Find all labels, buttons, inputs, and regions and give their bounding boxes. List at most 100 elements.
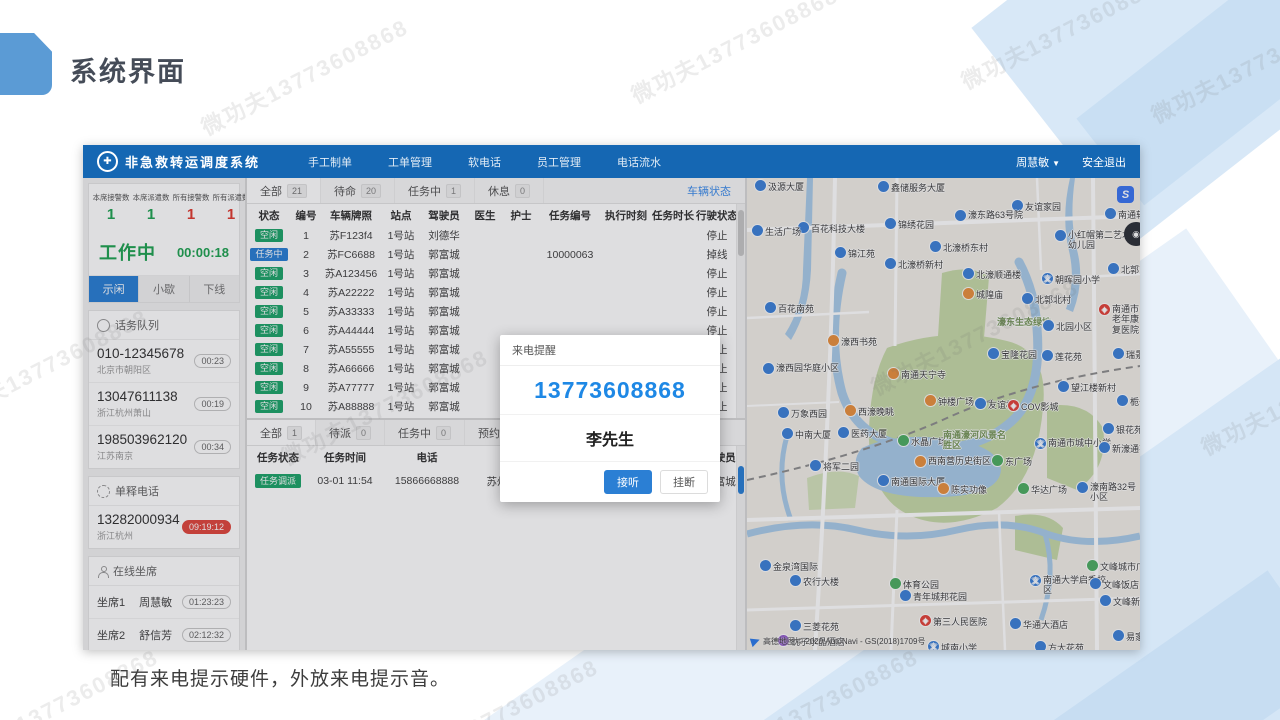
poi-icon: [1105, 208, 1116, 219]
cell: 7: [291, 344, 321, 356]
poi-name: 北郭北村: [1035, 293, 1071, 306]
scroll-thumb[interactable]: [738, 210, 744, 256]
status-cell: 空闲: [247, 400, 291, 414]
map-poi-label: 宝隆花园: [988, 348, 1037, 361]
poi-name: 三菱花苑: [803, 620, 839, 633]
map-poi-label: 濠南路32号小区: [1077, 482, 1140, 503]
cell: 郭富城: [421, 266, 467, 281]
table-row[interactable]: 空闲1苏F123f41号站刘德华停止: [247, 226, 745, 245]
poi-icon: [782, 428, 793, 439]
tab-label: 待命: [334, 183, 356, 199]
tab-休息[interactable]: 休息0: [475, 178, 544, 203]
map-poi-label: 栀子水晶酒店: [1117, 395, 1140, 408]
table-row[interactable]: 空闲5苏A333331号站郭富城停止: [247, 302, 745, 321]
vehicle-status-link[interactable]: 车辆状态: [687, 183, 745, 199]
alarm-stats: 本席接警数1本席派遣数1所有接警数1所有派遣数1: [89, 184, 239, 227]
agent-row[interactable]: 坐席1周慧敏01:23:23: [89, 586, 239, 619]
poi-name: 南通天宁寺: [901, 368, 946, 381]
poi-name: 朝晖园小学: [1055, 273, 1100, 286]
tab-任务中[interactable]: 任务中0: [385, 420, 465, 445]
duration-badge: 01:23:23: [182, 595, 231, 609]
nav-menu-item[interactable]: 电话流水: [617, 154, 661, 170]
hospital-icon: +: [1008, 400, 1019, 411]
map-poi-label: +第三人民医院: [920, 615, 987, 628]
map-poi-label: 城隍庙: [963, 288, 1003, 301]
poi-name: 瑞景广场: [1126, 348, 1140, 361]
cell: 苏A77777: [321, 380, 381, 395]
poi-icon: [1113, 348, 1124, 359]
tab-待派[interactable]: 待派0: [316, 420, 385, 445]
table-row[interactable]: 空闲4苏A222221号站郭富城停止: [247, 283, 745, 302]
map-poi-label: 西濠晚眺: [845, 405, 894, 418]
list-item[interactable]: 010-12345678北京市朝阳区00:23: [89, 340, 239, 383]
duration-badge: 00:34: [194, 440, 231, 454]
online-agents-card: 在线坐席 坐席1周慧敏01:23:23坐席2舒信芳02:12:32: [88, 556, 240, 650]
stat-value: 1: [211, 206, 245, 223]
list-item[interactable]: 13282000934浙江杭州09:19:12: [89, 506, 239, 548]
map-poi-label: 北郭东村北: [1108, 263, 1140, 276]
tab-全部[interactable]: 全部21: [247, 178, 321, 203]
school-icon: 文: [1035, 438, 1046, 449]
status-button-下线[interactable]: 下线: [190, 276, 239, 302]
column-header: 任务时长: [651, 208, 695, 223]
status-button-小歇[interactable]: 小歇: [139, 276, 189, 302]
tab-全部[interactable]: 全部1: [247, 420, 316, 445]
poi-name: 宝隆花园: [1001, 348, 1037, 361]
map-poi-label: 农行大楼: [790, 575, 839, 588]
nav-menu-item[interactable]: 软电话: [468, 154, 501, 170]
map-canvas[interactable]: 汲源大厦鑫储服务大厦友谊家园南通软件园濠东路63号院百花科技大楼锦绣花园生活广场…: [747, 178, 1140, 650]
poi-name: 将军二园: [823, 460, 859, 473]
app-navbar: ✚ 非急救转运调度系统 手工制单工单管理软电话员工管理电话流水 周慧敏▼ 安全退…: [83, 145, 1140, 178]
tab-待命[interactable]: 待命20: [321, 178, 395, 203]
cell: 苏A55555: [321, 342, 381, 357]
list-item[interactable]: 13047611138浙江杭州萧山00:19: [89, 383, 239, 426]
poi-icon: [898, 435, 909, 446]
map-logo-button[interactable]: S: [1117, 186, 1134, 203]
poi-name: 医药大厦: [851, 427, 887, 440]
poi-icon: [888, 368, 899, 379]
poi-name: 鑫储服务大厦: [891, 181, 945, 194]
map-poi-label: 锦江苑: [835, 247, 875, 260]
column-header: 电话: [381, 450, 473, 465]
status-button-示闲[interactable]: 示闲: [89, 276, 139, 302]
phone-number: 198503962120: [97, 432, 187, 447]
cell: 停止: [695, 304, 739, 319]
poi-icon: [790, 575, 801, 586]
list-item[interactable]: 198503962120江苏南京00:34: [89, 426, 239, 468]
poi-icon: [885, 258, 896, 269]
task-scrollbar[interactable]: [736, 446, 745, 650]
nav-menu-item[interactable]: 工单管理: [388, 154, 432, 170]
column-header: 医生: [467, 208, 503, 223]
status-cell: 空闲: [247, 343, 291, 357]
cell: 10: [291, 401, 321, 413]
nav-menu-item[interactable]: 手工制单: [308, 154, 352, 170]
logout-button[interactable]: 安全退出: [1082, 154, 1126, 170]
cell: 1号站: [381, 285, 421, 300]
poi-name: 文峰城市广场: [1100, 560, 1140, 573]
status-cell: 任务调派: [247, 474, 309, 488]
table-row[interactable]: 空闲3苏A1234561号站郭富城停止: [247, 264, 745, 283]
map-poi-label: 钟楼广场: [925, 395, 974, 408]
scroll-thumb[interactable]: [738, 466, 744, 494]
poi-name: 农行大楼: [803, 575, 839, 588]
gear-icon: [97, 485, 110, 498]
cell: 1号站: [381, 228, 421, 243]
tab-任务中[interactable]: 任务中1: [395, 178, 475, 203]
accept-call-button[interactable]: 接听: [604, 470, 652, 494]
table-row[interactable]: 任务中2苏FC66881号站郭富城10000063掉线: [247, 245, 745, 264]
status-badge: 空闲: [255, 286, 283, 300]
poi-icon: [925, 395, 936, 406]
column-header: 任务时间: [309, 450, 381, 465]
map-poi-label: 文城南小学: [928, 641, 977, 650]
nav-menu-item[interactable]: 员工管理: [537, 154, 581, 170]
cell: 1号站: [381, 323, 421, 338]
map-poi-label: 方大花苑: [1035, 641, 1084, 650]
poi-name: 友谊家园: [1025, 200, 1061, 213]
tab-count: 0: [356, 426, 371, 440]
vehicle-scrollbar[interactable]: [736, 204, 745, 418]
user-menu[interactable]: 周慧敏▼: [1016, 154, 1060, 170]
reject-call-button[interactable]: 挂断: [660, 470, 708, 494]
agent-row[interactable]: 坐席2舒信芳02:12:32: [89, 619, 239, 650]
stat-item: 本席接警数1: [91, 192, 131, 223]
cell: 郭富城: [421, 342, 467, 357]
